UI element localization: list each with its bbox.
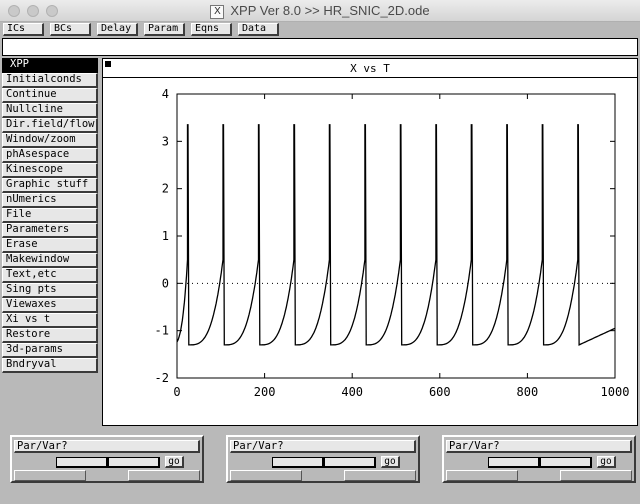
slider-panel-1: Par/Var? go — [10, 435, 204, 483]
window-titlebar: X XPP Ver 8.0 >> HR_SNIC_2D.ode — [0, 0, 640, 22]
x-vs-t-chart[interactable]: 0 200 400 600 800 1000 -2 -1 0 1 2 3 4 — [103, 59, 639, 427]
par-var-label-2[interactable]: Par/Var? — [230, 440, 416, 453]
command-input-bar[interactable] — [2, 38, 638, 56]
menu-item-graphic-stuff[interactable]: Graphic stuff — [2, 178, 98, 193]
y-tick-label-3: 1 — [162, 229, 169, 243]
go-button-3[interactable]: go — [597, 456, 616, 468]
par-var-label-3[interactable]: Par/Var? — [446, 440, 632, 453]
y-tick-label-0: -2 — [155, 371, 169, 385]
slider-max-field-3[interactable] — [560, 470, 632, 481]
x-tick-label-0: 0 — [173, 385, 180, 399]
slider-panel-2: Par/Var? go — [226, 435, 420, 483]
main-menu: XPP Initialconds Continue Nullcline Dir.… — [2, 58, 98, 373]
menu-item-numerics[interactable]: nUmerics — [2, 193, 98, 208]
param-button[interactable]: Param — [144, 23, 185, 36]
menu-item-restore[interactable]: Restore — [2, 328, 98, 343]
x-tick-label-5: 1000 — [601, 385, 630, 399]
slider-max-field-1[interactable] — [128, 470, 200, 481]
plot-frame — [176, 93, 616, 379]
x-tick-label-3: 600 — [429, 385, 451, 399]
menu-item-nullcline[interactable]: Nullcline — [2, 103, 98, 118]
y-tick-label-2: 0 — [162, 276, 169, 290]
x-tick-label-1: 200 — [254, 385, 276, 399]
menu-item-sing-pts[interactable]: Sing pts — [2, 283, 98, 298]
menu-item-xi-vs-t[interactable]: Xi vs t — [2, 313, 98, 328]
menu-item-file[interactable]: File — [2, 208, 98, 223]
y-tick-label-4: 2 — [162, 182, 169, 196]
go-button-2[interactable]: go — [381, 456, 400, 468]
parameter-slider-2[interactable] — [272, 457, 376, 468]
bottom-strip — [0, 490, 640, 504]
parameter-slider-3[interactable] — [488, 457, 592, 468]
x-tick-label-4: 800 — [517, 385, 539, 399]
menu-item-text-etc[interactable]: Text,etc — [2, 268, 98, 283]
slider-thumb-2[interactable] — [322, 458, 325, 466]
slider-min-field-3[interactable] — [446, 470, 518, 481]
slider-min-field-2[interactable] — [230, 470, 302, 481]
slider-thumb-3[interactable] — [538, 458, 541, 466]
series-line-x — [176, 124, 616, 346]
menu-item-window-zoom[interactable]: Window/zoom — [2, 133, 98, 148]
menu-item-kinescope[interactable]: Kinescope — [2, 163, 98, 178]
delay-button[interactable]: Delay — [97, 23, 138, 36]
menu-item-viewaxes[interactable]: Viewaxes — [2, 298, 98, 313]
menu-item-parameters[interactable]: Parameters — [2, 223, 98, 238]
menu-item-makewindow[interactable]: Makewindow — [2, 253, 98, 268]
slider-max-field-2[interactable] — [344, 470, 416, 481]
slider-min-field-1[interactable] — [14, 470, 86, 481]
top-toolbar: ICs BCs Delay Param Eqns Data — [0, 22, 640, 36]
y-tick-label-1: -1 — [155, 324, 169, 338]
par-var-label-1[interactable]: Par/Var? — [14, 440, 200, 453]
ics-button[interactable]: ICs — [3, 23, 44, 36]
menu-item-3d-params[interactable]: 3d-params — [2, 343, 98, 358]
slider-thumb-1[interactable] — [106, 458, 109, 466]
y-tick-label-5: 3 — [162, 134, 169, 148]
x-tick-label-2: 400 — [341, 385, 363, 399]
go-button-1[interactable]: go — [165, 456, 184, 468]
menu-header: XPP — [2, 58, 98, 73]
plot-window[interactable]: X vs T 0 200 400 600 800 1000 -2 -1 0 1 2 3 4 — [102, 58, 638, 426]
menu-item-bndryval[interactable]: Bndryval — [2, 358, 98, 373]
window-title-area: X XPP Ver 8.0 >> HR_SNIC_2D.ode — [0, 3, 640, 19]
menu-item-dirfield-flow[interactable]: Dir.field/flow — [2, 118, 98, 133]
parameter-slider-1[interactable] — [56, 457, 160, 468]
menu-item-erase[interactable]: Erase — [2, 238, 98, 253]
menu-item-phasespace[interactable]: phAsespace — [2, 148, 98, 163]
slider-panel-3: Par/Var? go — [442, 435, 636, 483]
eqns-button[interactable]: Eqns — [191, 23, 232, 36]
menu-item-continue[interactable]: Continue — [2, 88, 98, 103]
bcs-button[interactable]: BCs — [50, 23, 91, 36]
y-tick-label-6: 4 — [162, 87, 169, 101]
x11-icon: X — [210, 5, 225, 19]
menu-item-initialconds[interactable]: Initialconds — [2, 73, 98, 88]
data-button[interactable]: Data — [238, 23, 279, 36]
window-title: XPP Ver 8.0 >> HR_SNIC_2D.ode — [230, 3, 430, 18]
